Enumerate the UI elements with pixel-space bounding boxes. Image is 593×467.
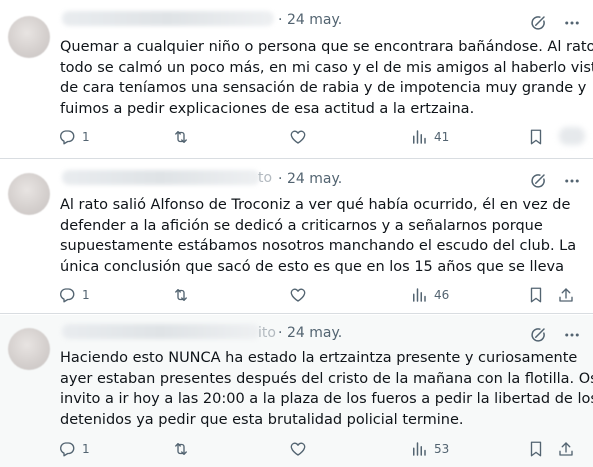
tweet-text-line: supuestamente estábamos nosotros manchan… (60, 238, 577, 254)
retweet-button[interactable] (172, 126, 190, 148)
tweet-text-line: Al rato salió Alfonso de Troconiz a ver … (60, 197, 571, 213)
author-name-fragment: to (258, 170, 273, 186)
reply-icon (60, 288, 75, 303)
avatar[interactable] (8, 16, 50, 58)
avatar[interactable] (8, 328, 50, 370)
reply-button[interactable]: 1 (58, 438, 90, 460)
like-button[interactable] (289, 438, 307, 460)
tweet-text-line: todo se calmó un poco más, en mi caso y … (60, 59, 593, 76)
tweet-text: Quemar a cualquier niño o persona que se… (60, 37, 593, 119)
bookmark-button[interactable] (527, 438, 545, 460)
views-icon (413, 288, 426, 302)
reply-icon (60, 442, 75, 457)
meta-separator: · (278, 171, 283, 187)
tweet-actions: 1 41 (0, 126, 593, 148)
more-icon[interactable] (562, 326, 582, 344)
bookmark-icon (530, 441, 542, 457)
avatar[interactable] (8, 173, 50, 215)
share-button[interactable] (557, 284, 575, 306)
bookmark-icon (530, 129, 542, 145)
views-count: 41 (434, 130, 450, 144)
author-name-fragment: ito (258, 325, 276, 341)
blurred-author-name[interactable] (62, 170, 260, 185)
tweet-text-line: Haciendo esto NUNCA ha estado la ertzain… (60, 350, 578, 366)
share-icon (559, 288, 573, 302)
blurred-share-icon[interactable] (559, 127, 585, 145)
heart-icon (290, 288, 306, 302)
tweet-text-line: de cara teníamos una sensación de rabia … (60, 80, 587, 96)
tweet-text-line: Quemar a cualquier niño o persona que se… (60, 39, 593, 55)
tweet-actions: 1 46 (0, 284, 593, 306)
retweet-button[interactable] (172, 284, 190, 306)
heart-icon (290, 442, 306, 456)
meta-separator: · (278, 12, 283, 28)
blurred-author-name[interactable] (62, 324, 260, 339)
retweet-icon (175, 443, 187, 455)
grok-icon[interactable] (529, 14, 547, 32)
grok-icon[interactable] (529, 326, 547, 344)
tweet-text-line: única conclusión que sacó de esto es que… (60, 258, 564, 275)
reply-button[interactable]: 1 (58, 284, 90, 306)
views-button[interactable]: 53 (410, 438, 449, 460)
reply-icon (60, 130, 75, 145)
bookmark-button[interactable] (527, 284, 545, 306)
views-button[interactable]: 46 (410, 284, 449, 306)
share-button[interactable] (557, 438, 575, 460)
views-count: 46 (434, 288, 450, 302)
reply-count: 1 (82, 442, 90, 456)
reply-button[interactable]: 1 (58, 126, 90, 148)
tweet-text-line: fuimos a pedir explicaciones de esa acti… (60, 100, 475, 117)
tweet-actions: 1 53 (0, 438, 593, 460)
like-button[interactable] (289, 284, 307, 306)
tweet-date[interactable]: 24 may. (287, 12, 342, 28)
reply-count: 1 (82, 130, 90, 144)
bookmark-button[interactable] (527, 126, 545, 148)
bookmark-icon (530, 287, 542, 303)
retweet-icon (175, 289, 187, 301)
tweet-date[interactable]: 24 may. (287, 325, 342, 341)
tweet-card[interactable]: · 24 may. Quemar a cualquier niño o pers… (0, 0, 593, 159)
tweet-text-line: detenidos ya pedir que esta brutalidad p… (60, 411, 464, 428)
retweet-button[interactable] (172, 438, 190, 460)
views-icon (413, 130, 426, 144)
views-button[interactable]: 41 (410, 126, 449, 148)
tweet-text: Al rato salió Alfonso de Troconiz a ver … (60, 195, 580, 277)
tweet-text-line: invito a ir hoy a las 20:00 a la plaza d… (60, 391, 593, 407)
views-count: 53 (434, 442, 450, 456)
blurred-author-name[interactable] (62, 11, 274, 26)
tweet-text: Haciendo esto NUNCA ha estado la ertzain… (60, 348, 593, 430)
tweet-date[interactable]: 24 may. (287, 171, 342, 187)
share-icon (559, 442, 573, 456)
more-icon[interactable] (562, 14, 582, 32)
tweet-card[interactable]: to · 24 may. Al rato salió Alfonso de Tr… (0, 160, 593, 314)
like-button[interactable] (289, 126, 307, 148)
reply-count: 1 (82, 288, 90, 302)
retweet-icon (175, 131, 187, 143)
tweet-text-line: defender a la afición se dedicó a critic… (60, 217, 543, 234)
heart-icon (290, 130, 306, 144)
meta-separator: · (278, 325, 283, 341)
tweet-card[interactable]: ito · 24 may. Haciendo esto NUNCA ha est… (0, 315, 593, 467)
tweet-text-line: ayer estaban presentes después del crist… (60, 370, 593, 387)
views-icon (413, 442, 426, 456)
grok-icon[interactable] (529, 172, 547, 190)
more-icon[interactable] (562, 172, 582, 190)
